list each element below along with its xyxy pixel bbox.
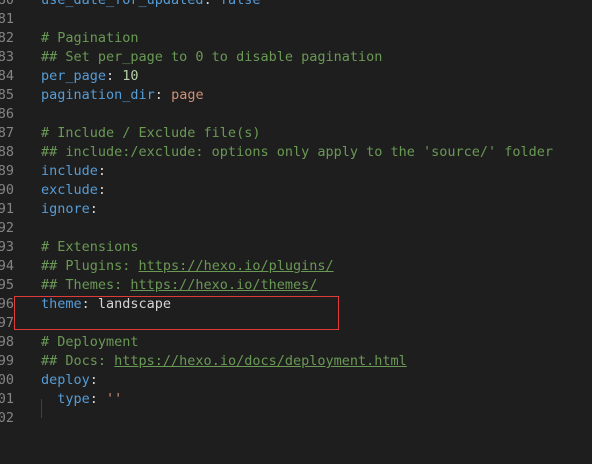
line-content: ## Docs: https://hexo.io/docs/deployment… [41, 352, 407, 371]
code-editor[interactable]: 80 use_date_for_updated: false 81 82 # Pagin… [0, 0, 592, 428]
code-line[interactable]: 82 # Pagination [0, 29, 592, 48]
line-number: 81 [0, 11, 14, 27]
line-number: 96 [0, 296, 14, 312]
code-line[interactable]: 94 ## Plugins: https://hexo.io/plugins/ [0, 257, 592, 276]
line-content: # Deployment [41, 333, 139, 352]
code-token: : [89, 201, 98, 217]
code-token: : [106, 68, 123, 84]
line-number: 97 [0, 315, 14, 331]
code-token: ## Set per_page to 0 to disable paginati… [41, 49, 383, 65]
code-token: # Extensions [41, 239, 139, 255]
code-line[interactable]: 92 [0, 219, 592, 238]
code-token: ## include:/exclude: options only apply … [41, 144, 554, 160]
code-token: : [97, 163, 107, 179]
line-content: pagination_dir: page [41, 86, 204, 105]
code-line[interactable]: 84 per_page: 10 [0, 67, 592, 86]
code-token: : [89, 372, 98, 388]
code-line[interactable]: 80 use_date_for_updated: false [0, 0, 592, 10]
code-line[interactable]: 86 [0, 105, 592, 124]
line-number: 91 [0, 201, 14, 217]
code-token: # Pagination [41, 30, 139, 46]
code-token: ## Plugins: [41, 258, 139, 274]
url-link[interactable]: https://hexo.io/plugins/ [139, 258, 334, 274]
line-number: 89 [0, 163, 14, 179]
url-link[interactable]: https://hexo.io/themes/ [130, 277, 317, 293]
code-token: page [171, 87, 204, 103]
code-token: # Deployment [41, 334, 139, 350]
code-line[interactable]: 85 pagination_dir: page [0, 86, 592, 105]
line-number: 100 [0, 372, 14, 388]
code-line[interactable]: 102 [0, 409, 592, 428]
line-number: 84 [0, 68, 14, 84]
code-line[interactable]: 98 # Deployment [0, 333, 592, 352]
line-number: 102 [0, 410, 14, 426]
line-number: 82 [0, 30, 14, 46]
line-number: 101 [0, 391, 14, 407]
code-token: ignore [41, 201, 90, 217]
code-line[interactable]: 87 # Include / Exclude file(s) [0, 124, 592, 143]
line-number: 94 [0, 258, 14, 274]
code-token: 10 [122, 68, 139, 84]
line-number: 86 [0, 106, 14, 122]
code-line[interactable]: 90 exclude: [0, 181, 592, 200]
code-token: use_date_for_updated [41, 0, 204, 8]
code-line[interactable]: 101 type: '' [0, 390, 592, 409]
line-content: ## Plugins: https://hexo.io/plugins/ [41, 257, 334, 276]
line-number: 87 [0, 125, 14, 141]
line-content: deploy: [41, 371, 98, 390]
code-token: : [203, 0, 220, 8]
code-line[interactable]: 99 ## Docs: https://hexo.io/docs/deployme… [0, 352, 592, 371]
line-content: # Pagination [41, 29, 139, 48]
code-line[interactable]: 95 ## Themes: https://hexo.io/themes/ [0, 276, 592, 295]
line-number: 93 [0, 239, 14, 255]
code-line[interactable]: 83 ## Set per_page to 0 to disable pagina… [0, 48, 592, 67]
code-token: : [89, 391, 107, 407]
code-token: : [97, 182, 107, 198]
code-token: per_page [41, 68, 107, 84]
code-token: exclude [41, 182, 98, 198]
line-content: ## include:/exclude: options only apply … [41, 143, 553, 162]
line-number: 92 [0, 220, 14, 236]
line-content: include: [41, 162, 106, 181]
code-line[interactable]: 81 [0, 10, 592, 29]
line-content: # Include / Exclude file(s) [41, 124, 260, 143]
code-token: : [154, 87, 172, 103]
indent-guide [41, 399, 42, 418]
code-token: # Include / Exclude file(s) [41, 125, 261, 141]
line-number: 88 [0, 144, 14, 160]
line-number: 95 [0, 277, 14, 293]
line-number: 80 [0, 0, 14, 8]
line-content: per_page: 10 [41, 67, 139, 86]
line-number: 83 [0, 49, 14, 65]
code-line[interactable]: 89 include: [0, 162, 592, 181]
code-token: deploy [41, 372, 90, 388]
line-number: 85 [0, 87, 14, 103]
line-content: ## Set per_page to 0 to disable paginati… [41, 48, 382, 67]
code-line[interactable]: 91 ignore: [0, 200, 592, 219]
line-content: ignore: [41, 200, 98, 219]
code-token: type [57, 391, 90, 407]
code-line[interactable]: 88 ## include:/exclude: options only appl… [0, 143, 592, 162]
line-content: exclude: [41, 181, 106, 200]
code-token: pagination_dir [41, 87, 155, 103]
line-content: ## Themes: https://hexo.io/themes/ [41, 276, 317, 295]
line-content: type: '' [41, 390, 122, 409]
code-line[interactable]: 100 deploy: [0, 371, 592, 390]
line-number: 99 [0, 353, 14, 369]
code-token: '' [106, 391, 123, 407]
line-number: 90 [0, 182, 14, 198]
line-content: use_date_for_updated: false [41, 0, 260, 10]
url-link[interactable]: https://hexo.io/docs/deployment.html [114, 353, 407, 369]
line-number: 98 [0, 334, 14, 350]
code-token: ## Themes: [41, 277, 131, 293]
code-line[interactable]: 93 # Extensions [0, 238, 592, 257]
code-token: false [219, 0, 261, 8]
highlight-box-theme-line [14, 296, 339, 330]
code-token: include [41, 163, 98, 179]
line-content: # Extensions [41, 238, 139, 257]
code-token: ## Docs: [41, 353, 115, 369]
